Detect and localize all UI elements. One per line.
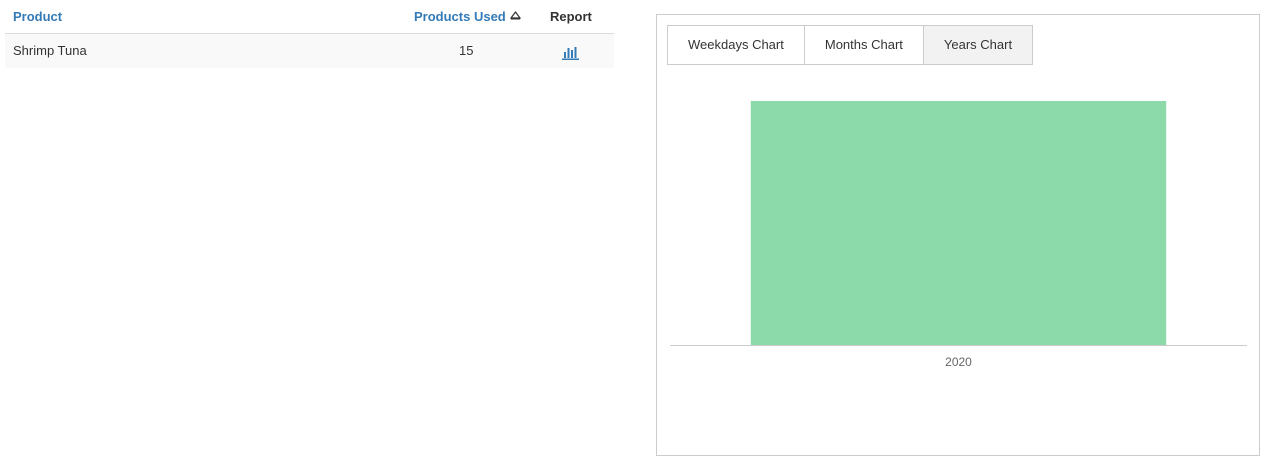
header-products-used[interactable]: Products Used bbox=[414, 9, 521, 25]
bar-2020 bbox=[750, 101, 1167, 345]
products-table: Product Products Used Report Shrimp Tuna… bbox=[5, 0, 614, 68]
table-header: Product Products Used Report bbox=[5, 0, 614, 34]
cell-product: Shrimp Tuna bbox=[13, 43, 87, 58]
bar-chart-icon[interactable] bbox=[562, 44, 580, 60]
x-tick-label: 2020 bbox=[945, 355, 972, 369]
header-report: Report bbox=[550, 9, 592, 24]
years-bar-chart: 2020 bbox=[670, 101, 1247, 369]
sort-ascending-icon bbox=[509, 11, 521, 20]
header-products-used-label: Products Used bbox=[414, 9, 506, 24]
chart-panel: Weekdays Chart Months Chart Years Chart … bbox=[656, 14, 1260, 456]
table-row: Shrimp Tuna 15 bbox=[5, 34, 614, 68]
header-product[interactable]: Product bbox=[13, 9, 62, 25]
cell-products-used: 15 bbox=[459, 43, 474, 58]
